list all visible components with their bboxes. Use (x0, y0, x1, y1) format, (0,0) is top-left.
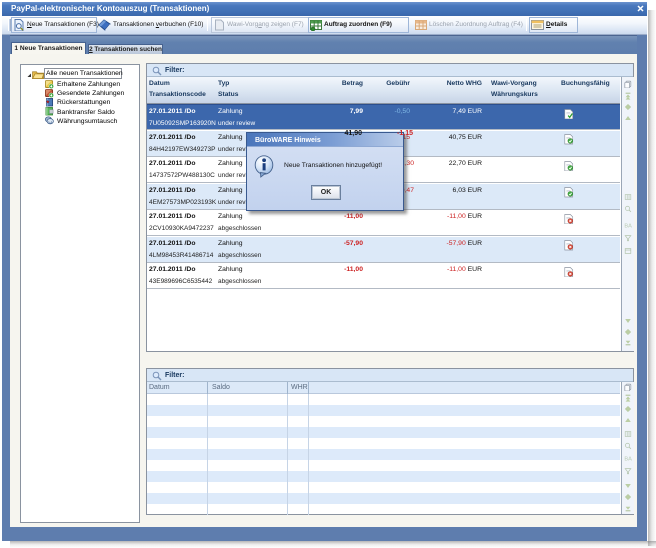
svg-text:BA: BA (624, 223, 632, 229)
svg-text:BA: BA (624, 456, 632, 462)
